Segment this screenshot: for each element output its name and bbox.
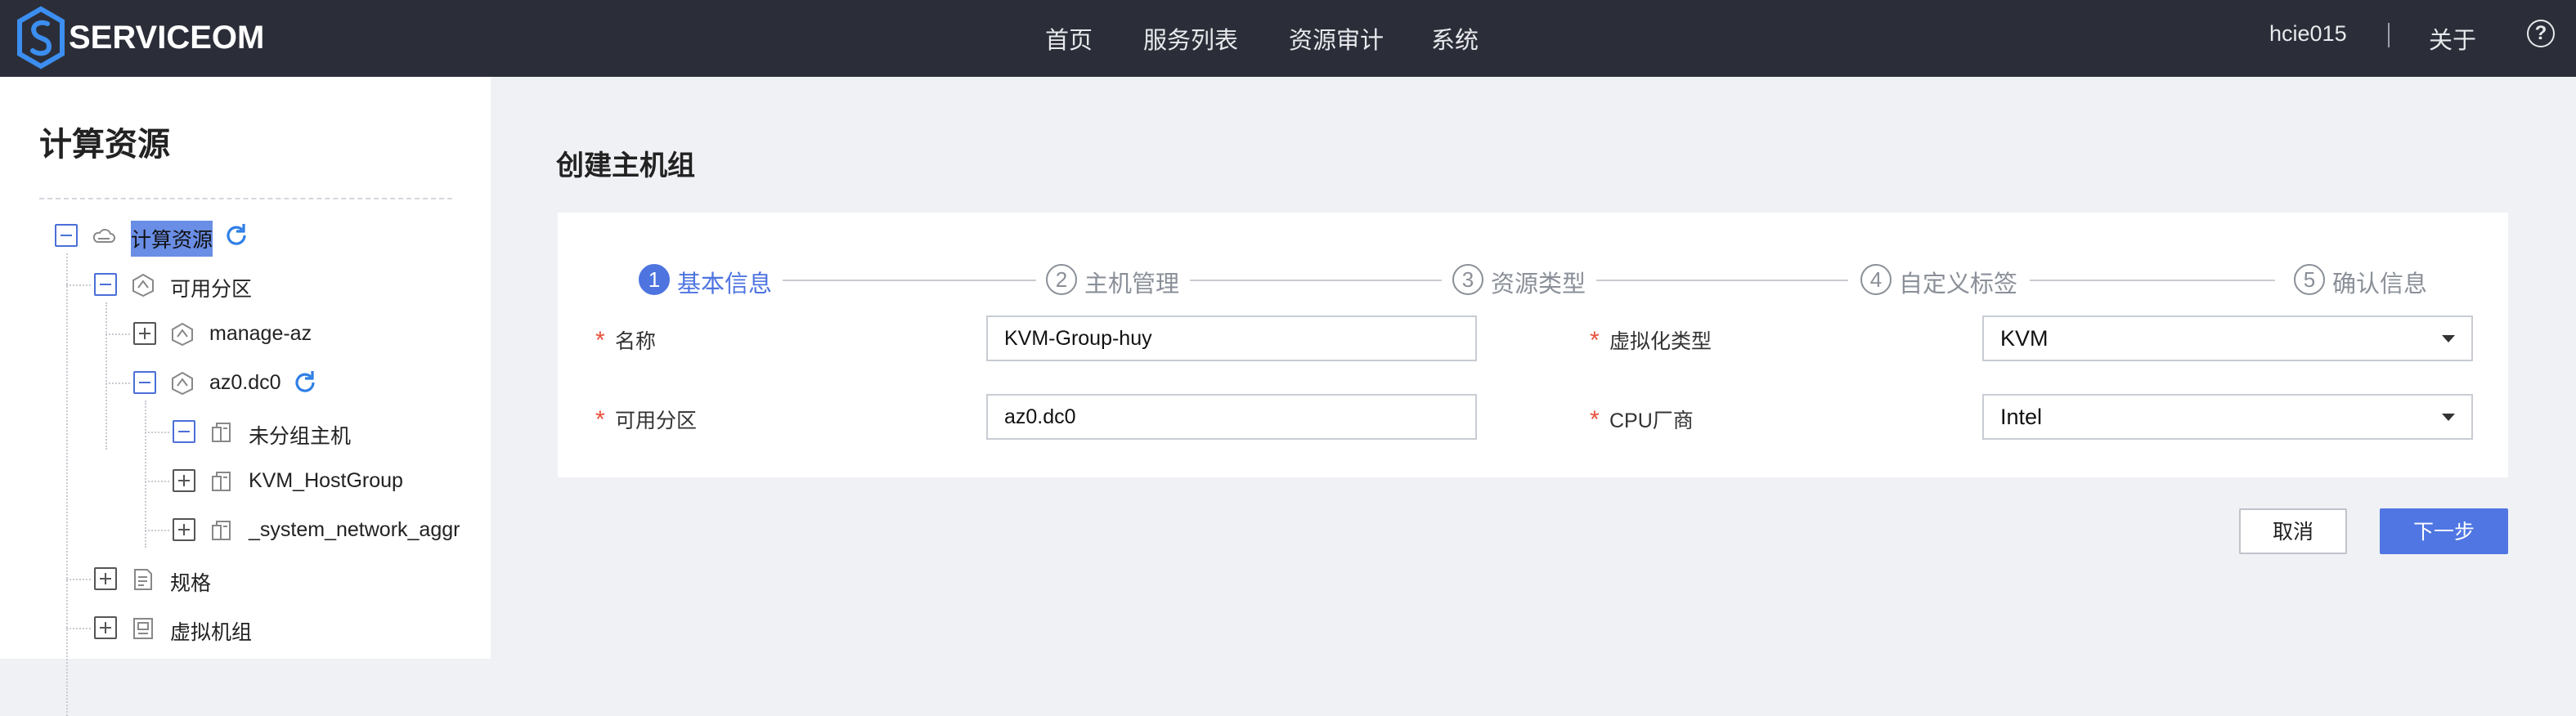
hexagon-icon [132, 273, 154, 298]
tree-guide-line [105, 302, 107, 450]
tree-collapse-toggle[interactable] [173, 420, 195, 443]
tree-guide-line [145, 401, 146, 548]
dropdown-caret-icon [2442, 335, 2455, 342]
required-mark: * [1590, 406, 1600, 433]
tree-expand-toggle[interactable] [94, 616, 117, 639]
hexagon-icon [172, 371, 193, 396]
availability-zone-label: 可用分区 [615, 409, 698, 432]
refresh-icon[interactable] [291, 369, 319, 396]
logo-text: SERVICEOM [69, 19, 265, 56]
host-group-icon [212, 521, 231, 540]
name-input[interactable]: KVM-Group-huy [986, 315, 1477, 361]
tree-guide-line [105, 333, 130, 335]
tree-expand-toggle[interactable] [173, 518, 195, 541]
required-mark: * [595, 327, 605, 354]
user-name[interactable]: hcie015 [2269, 21, 2347, 47]
step-4-number: 4 [1860, 264, 1892, 295]
host-group-icon [212, 423, 231, 442]
virtualization-type-select[interactable]: KVM [1982, 315, 2473, 361]
step-connector [1596, 280, 1848, 281]
tree-guide-line [145, 481, 169, 482]
next-step-button[interactable]: 下一步 [2380, 508, 2508, 554]
tree-collapse-toggle[interactable] [55, 224, 78, 247]
cpu-vendor-label: CPU厂商 [1609, 409, 1694, 432]
nav-service-list[interactable]: 服务列表 [1143, 21, 1238, 56]
step-5-number: 5 [2294, 264, 2325, 295]
dropdown-caret-icon [2442, 414, 2455, 421]
step-5-label[interactable]: 确认信息 [2332, 265, 2427, 299]
tree-guide-line [105, 383, 130, 384]
tree-node-vm-groups[interactable]: 虚拟机组 [170, 616, 252, 646]
top-bar: SERVICEOM 首页 服务列表 资源审计 系统 hcie015 关于 ? [0, 0, 2576, 77]
sidebar-title: 计算资源 [39, 127, 170, 163]
logo-hexagon-icon [17, 6, 65, 69]
step-connector [783, 280, 1036, 281]
tree-guide-line [145, 530, 169, 531]
tree-guide-line [145, 432, 169, 433]
header-divider [2388, 23, 2390, 47]
help-icon[interactable]: ? [2527, 20, 2555, 47]
required-mark: * [595, 406, 605, 433]
tree-node-compute-resource[interactable]: 计算资源 [131, 221, 213, 257]
nav-resource-audit[interactable]: 资源审计 [1289, 21, 1384, 56]
step-3-label[interactable]: 资源类型 [1491, 265, 1586, 299]
step-4-label[interactable]: 自定义标签 [1899, 265, 2017, 299]
cancel-button[interactable]: 取消 [2239, 508, 2347, 554]
sidebar-divider [39, 198, 452, 199]
tree-guide-line [66, 579, 91, 580]
refresh-icon[interactable] [222, 222, 250, 249]
tree-node-flavors[interactable]: 规格 [170, 567, 211, 597]
step-1-number: 1 [639, 264, 670, 295]
name-label: 名称 [615, 330, 657, 353]
tree-node-manage-az[interactable]: manage-az [209, 322, 312, 346]
step-3-number: 3 [1452, 264, 1483, 295]
nav-system[interactable]: 系统 [1431, 21, 1479, 56]
tree-collapse-toggle[interactable] [133, 371, 156, 394]
host-group-icon [212, 472, 231, 491]
tree-node-ungrouped-hosts[interactable]: 未分组主机 [249, 420, 351, 450]
wizard-card: 1 基本信息 2 主机管理 3 资源类型 4 自定义标签 5 确认信息 * 名称… [558, 213, 2508, 477]
tree-expand-toggle[interactable] [133, 322, 156, 345]
cpu-vendor-select[interactable]: Intel [1982, 394, 2473, 440]
hexagon-icon [172, 322, 193, 347]
step-connector [1190, 280, 1442, 281]
virtualization-type-value: KVM [2000, 326, 2049, 351]
cpu-vendor-value: Intel [2000, 405, 2043, 429]
tree-guide-line [66, 253, 68, 716]
step-2-number: 2 [1046, 264, 1077, 295]
document-icon [134, 569, 152, 590]
about-link[interactable]: 关于 [2429, 21, 2476, 56]
step-2-label[interactable]: 主机管理 [1084, 265, 1179, 299]
tree-node-availability-zone[interactable]: 可用分区 [170, 273, 252, 302]
tree-collapse-toggle[interactable] [94, 273, 117, 296]
cloud-icon [92, 229, 115, 243]
required-mark: * [1590, 327, 1600, 354]
vm-group-icon [133, 618, 153, 639]
page-title: 创建主机组 [556, 150, 695, 181]
tree-node-kvm-hostgroup[interactable]: KVM_HostGroup [249, 469, 403, 493]
tree-expand-toggle[interactable] [94, 567, 117, 590]
sidebar: 计算资源 计算资源 可用分区 manage-az az0.dc0 未分组主机 K… [0, 77, 491, 716]
nav-home[interactable]: 首页 [1045, 21, 1093, 56]
tree-node-az0-dc0[interactable]: az0.dc0 [209, 371, 281, 395]
step-connector [2030, 280, 2275, 281]
virtualization-type-label: 虚拟化类型 [1609, 330, 1712, 353]
step-1-label[interactable]: 基本信息 [677, 265, 772, 299]
tree-guide-line [66, 628, 91, 629]
serviceom-logo[interactable]: SERVICEOM [15, 6, 265, 69]
tree-node-system-network-aggr[interactable]: _system_network_aggr [249, 518, 460, 542]
availability-zone-input[interactable]: az0.dc0 [986, 394, 1477, 440]
tree-guide-line [66, 284, 91, 286]
tree-expand-toggle[interactable] [173, 469, 195, 492]
